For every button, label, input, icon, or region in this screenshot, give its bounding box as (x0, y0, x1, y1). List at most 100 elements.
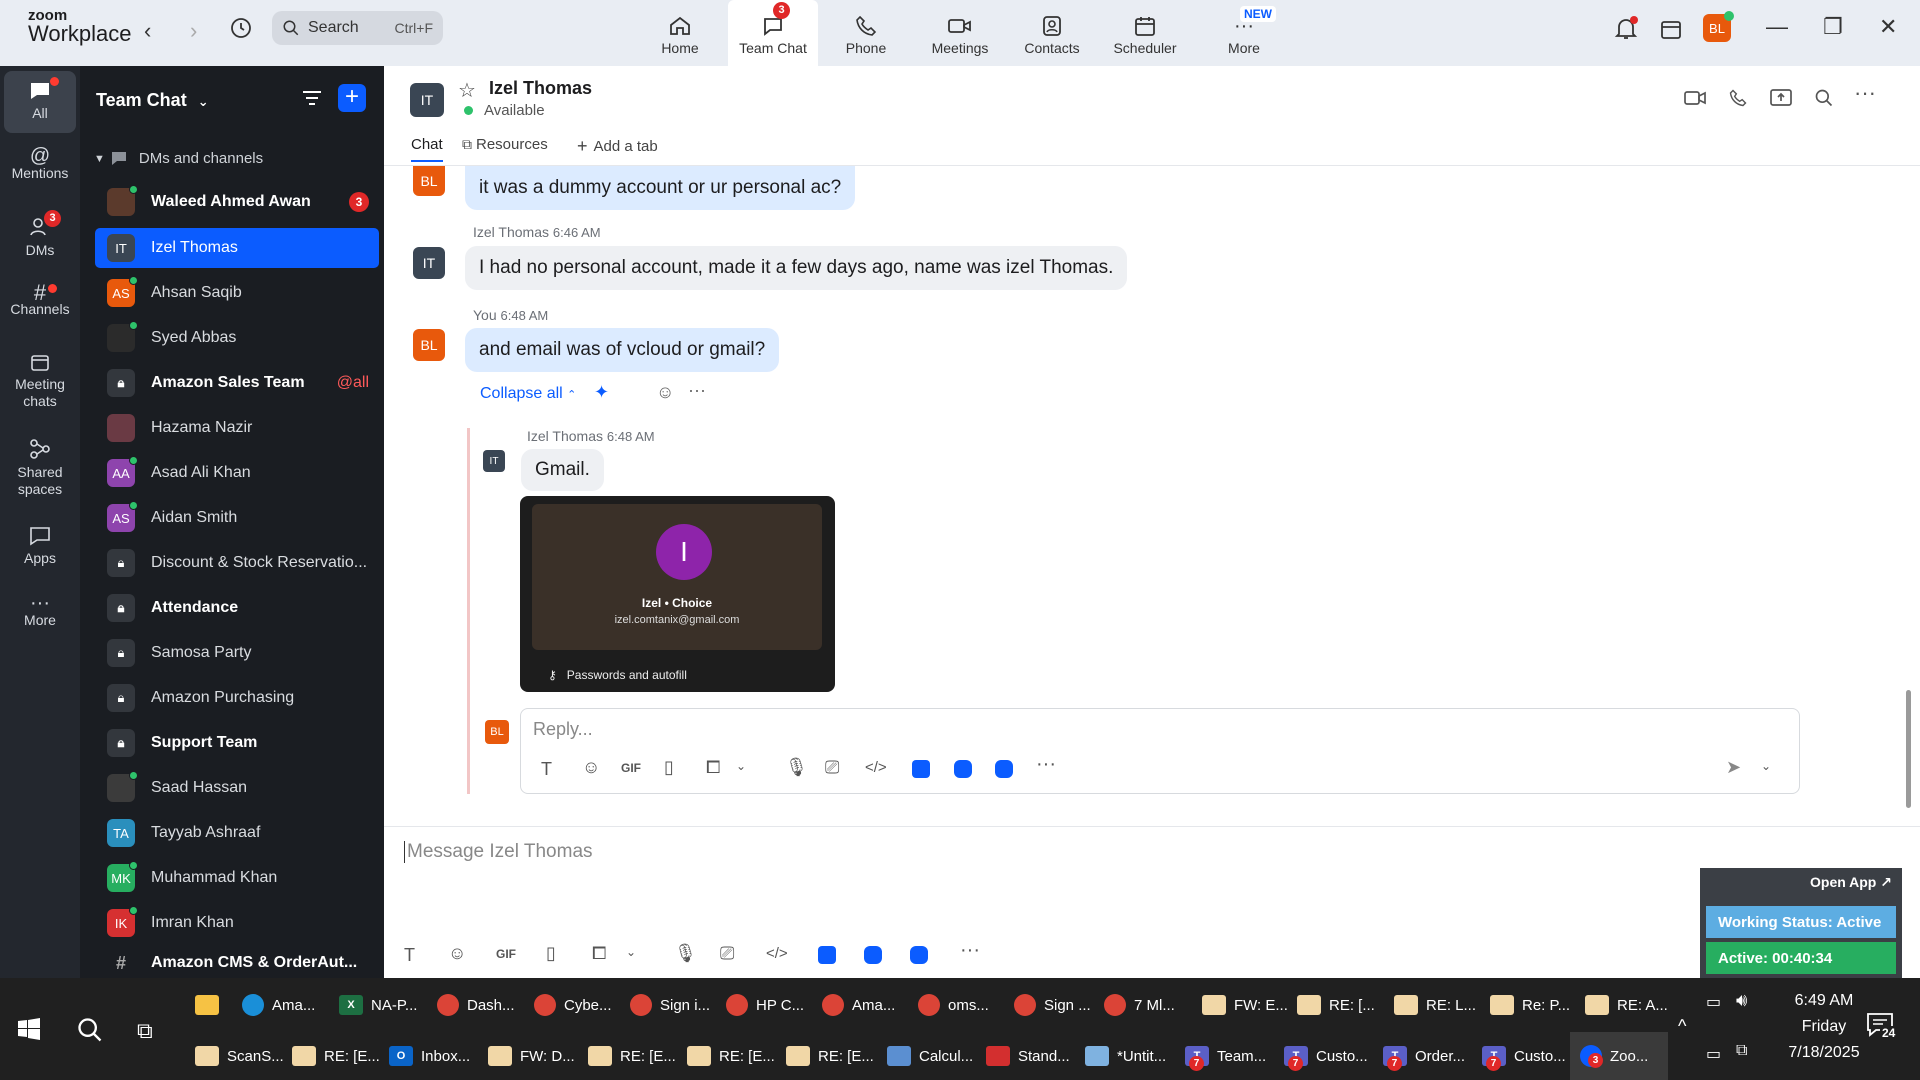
taskbar-item[interactable]: RE: [E... (786, 1034, 874, 1078)
taskbar-item[interactable]: Ama... (242, 983, 315, 1027)
taskbar-item[interactable]: O Inbox... (389, 1034, 470, 1078)
close-icon[interactable]: ✕ (1879, 14, 1897, 40)
rail-mentions[interactable]: @ Mentions (4, 146, 76, 198)
taskbar-item[interactable]: Calcul... (887, 1034, 973, 1078)
chevron-up-icon[interactable]: ^ (1678, 1016, 1686, 1037)
contact-avatar[interactable]: IT (410, 83, 444, 117)
reply-input[interactable]: Reply... (533, 719, 593, 740)
rail-channels[interactable]: # Channels (4, 282, 76, 336)
taskbar-item[interactable]: ScanS... (195, 1034, 284, 1078)
sidebar-item-imran-khan[interactable]: IK Imran Khan (95, 903, 379, 943)
system-clock[interactable]: 6:49 AM Friday 7/18/2025 (1768, 988, 1880, 1066)
app-icon-1[interactable] (818, 946, 836, 964)
sidebar-item-saad-hassan[interactable]: Saad Hassan (95, 768, 379, 808)
share-screen-icon[interactable] (1770, 88, 1792, 113)
taskbar-item[interactable]: T7Team... (1185, 1034, 1266, 1078)
nav-contacts[interactable]: Contacts (1012, 0, 1092, 66)
tab-chat[interactable]: Chat (411, 136, 443, 162)
taskbar-item[interactable]: T7Custo... (1482, 1034, 1566, 1078)
sidebar-item-support-team[interactable]: 🔒︎ Support Team (95, 723, 379, 763)
app-icon-1[interactable] (912, 760, 930, 778)
windows-start-icon[interactable] (18, 1018, 40, 1045)
taskbar-item[interactable]: RE: [E... (687, 1034, 775, 1078)
code-icon[interactable]: </> (865, 759, 887, 776)
sidebar-item-attendance[interactable]: 🔒︎ Attendance (95, 588, 379, 628)
video-message-icon[interactable]: ⎚ (720, 943, 734, 964)
taskbar-item[interactable]: Cybe... (534, 983, 612, 1027)
taskbar-item[interactable]: FW: E... (1202, 983, 1288, 1027)
tab-resources[interactable]: ⧉ Resources (462, 136, 548, 153)
back-arrow-icon[interactable]: ‹ (144, 18, 151, 44)
image-attachment[interactable]: I Izel • Choice izel.comtanix@gmail.com … (520, 496, 835, 692)
video-call-icon[interactable] (1684, 88, 1708, 113)
search-icon[interactable] (1814, 88, 1834, 113)
send-icon[interactable]: ➤ (1726, 757, 1741, 778)
network-icon[interactable]: ▭ (1706, 1044, 1721, 1064)
volume-icon[interactable]: 🔊︎ (1736, 990, 1747, 1011)
minimize-icon[interactable]: — (1766, 14, 1788, 40)
gif-icon[interactable]: GIF (496, 947, 516, 961)
message-avatar[interactable]: IT (413, 247, 445, 279)
rail-more[interactable]: ··· More (4, 593, 76, 646)
sidebar-item-ahsan-saqib[interactable]: AS Ahsan Saqib (95, 273, 379, 313)
rail-apps[interactable]: Apps (4, 526, 76, 578)
taskbar-item[interactable]: RE: L... (1394, 983, 1476, 1027)
star-icon[interactable]: ☆ (458, 78, 476, 103)
rail-dms[interactable]: 3 DMs (4, 210, 76, 268)
phone-call-icon[interactable] (1728, 88, 1748, 113)
screenshot-icon[interactable]: ⧠ (592, 943, 606, 964)
taskbar-item[interactable]: Ama... (822, 983, 895, 1027)
message-avatar[interactable]: BL (413, 166, 445, 196)
task-view-icon[interactable]: ⧉ (137, 1018, 153, 1044)
display-icon[interactable]: ⧉ (1736, 1042, 1747, 1060)
sidebar-item-amazon-cms[interactable]: # Amazon CMS & OrderAut... (95, 948, 379, 978)
taskbar-item[interactable]: RE: A... (1585, 983, 1668, 1027)
sidebar-item-asad-ali-khan[interactable]: AA Asad Ali Khan (95, 453, 379, 493)
message-avatar[interactable]: BL (413, 329, 445, 361)
restore-icon[interactable]: ❐ (1823, 14, 1843, 40)
text-format-icon[interactable]: T (404, 945, 415, 966)
sidebar-item-muhammad-khan[interactable]: MK Muhammad Khan (95, 858, 379, 898)
tab-add[interactable]: + Add a tab (577, 136, 658, 157)
taskbar-item[interactable]: T7Custo... (1284, 1034, 1368, 1078)
screenshot-icon[interactable]: ⧠ (706, 757, 720, 778)
calendar-icon[interactable] (1659, 17, 1683, 46)
gif-icon[interactable]: GIF (621, 761, 641, 775)
file-icon[interactable]: ▯ (664, 757, 674, 778)
emoji-react-icon[interactable]: ☺ (656, 382, 674, 403)
taskbar-item[interactable]: X NA-P... (339, 983, 417, 1027)
taskbar-item[interactable]: Sign ... (1014, 983, 1091, 1027)
sidebar-item-samosa-party[interactable]: 🔒︎ Samosa Party (95, 633, 379, 673)
battery-icon[interactable]: ▭ (1706, 992, 1721, 1012)
bell-icon[interactable] (1614, 16, 1638, 47)
app-icon-3[interactable] (910, 946, 928, 964)
taskbar-item[interactable]: FW: D... (488, 1034, 575, 1078)
taskbar-item[interactable]: RE: [... (1297, 983, 1375, 1027)
video-message-icon[interactable]: ⎚ (825, 757, 839, 778)
chat-scrollbar[interactable] (1906, 690, 1911, 808)
new-chat-button[interactable]: + (338, 84, 366, 112)
section-dms-channels[interactable]: ▼ DMs and channels (94, 150, 263, 167)
code-icon[interactable]: </> (766, 945, 788, 962)
taskbar-item[interactable]: RE: [E... (588, 1034, 676, 1078)
app-icon-2[interactable] (864, 946, 882, 964)
chevron-down-icon[interactable]: ⌄ (1761, 759, 1771, 773)
message-input[interactable]: Message Izel Thomas (404, 841, 593, 863)
taskbar-item[interactable]: RE: [E... (292, 1034, 380, 1078)
filter-icon[interactable] (302, 90, 322, 113)
rail-meeting-chats[interactable]: Meeting chats (4, 352, 76, 422)
taskbar-item-zoom[interactable]: 3 Zoo... (1570, 1032, 1668, 1080)
sidebar-item-discount-stock[interactable]: 🔒︎ Discount & Stock Reservatio... (95, 543, 379, 583)
taskbar-item[interactable]: Sign i... (630, 983, 710, 1027)
nav-meetings[interactable]: Meetings (915, 0, 1005, 66)
working-status-badge[interactable]: Working Status: Active (1706, 906, 1896, 938)
app-icon-3[interactable] (995, 760, 1013, 778)
search-icon[interactable] (76, 1016, 104, 1049)
history-icon[interactable] (229, 16, 253, 45)
notifications-icon[interactable]: 24 (1866, 1012, 1898, 1043)
sidebar-item-amazon-sales-team[interactable]: 🔒︎ Amazon Sales Team @all (95, 363, 379, 403)
more-options-icon[interactable]: ··· (1854, 80, 1876, 106)
app-icon-2[interactable] (954, 760, 972, 778)
rail-shared-spaces[interactable]: Shared spaces (4, 438, 76, 508)
taskbar-item[interactable]: Stand... (986, 1034, 1070, 1078)
